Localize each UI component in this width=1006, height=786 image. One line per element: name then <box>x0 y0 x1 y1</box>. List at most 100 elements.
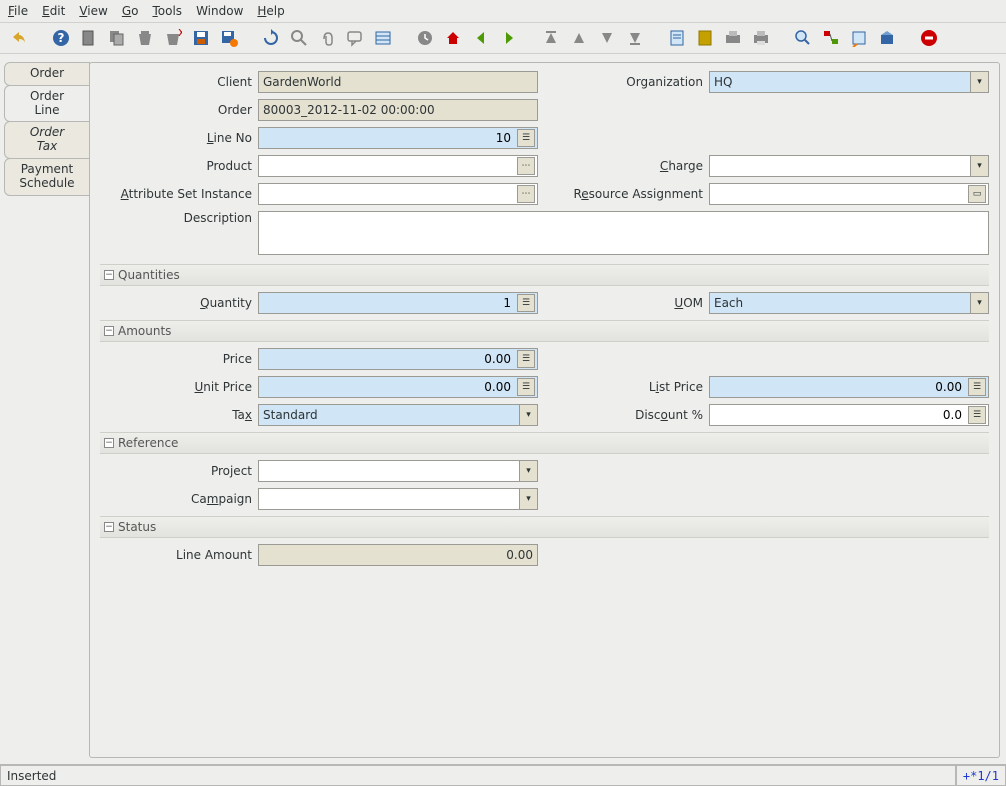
input-resource-assign[interactable] <box>714 187 984 201</box>
field-price[interactable]: ☰ <box>258 348 538 370</box>
field-uom[interactable]: Each ▾ <box>709 292 989 314</box>
label-list-price: List Price <box>583 380 703 394</box>
tab-order[interactable]: Order <box>4 62 90 86</box>
tab-order-line[interactable]: OrderLine <box>4 85 90 123</box>
dropdown-icon[interactable]: ▾ <box>970 293 988 313</box>
field-discount[interactable]: ☰ <box>709 404 989 426</box>
find-icon[interactable] <box>288 27 310 49</box>
input-quantity[interactable] <box>263 296 533 310</box>
collapse-icon[interactable]: − <box>104 270 114 280</box>
chat-icon[interactable] <box>344 27 366 49</box>
calc-icon[interactable]: ☰ <box>968 406 986 424</box>
input-line-no[interactable] <box>263 131 533 145</box>
tab-payment-schedule[interactable]: PaymentSchedule <box>4 158 90 196</box>
collapse-icon[interactable]: − <box>104 438 114 448</box>
menu-file[interactable]: File <box>8 4 28 18</box>
dropdown-icon[interactable]: ▾ <box>970 72 988 92</box>
field-organization[interactable]: HQ ▾ <box>709 71 989 93</box>
dropdown-icon[interactable]: ▾ <box>970 156 988 176</box>
calc-icon[interactable]: ☰ <box>517 378 535 396</box>
field-order: 80003_2012-11-02 00:00:00 <box>258 99 538 121</box>
label-tax: Tax <box>100 408 252 422</box>
delete-icon[interactable] <box>134 27 156 49</box>
save-icon[interactable] <box>190 27 212 49</box>
print-preview-icon[interactable] <box>722 27 744 49</box>
calc-icon[interactable]: ☰ <box>517 294 535 312</box>
forward-icon[interactable] <box>498 27 520 49</box>
dropdown-icon[interactable]: ▾ <box>519 489 537 509</box>
collapse-icon[interactable]: − <box>104 522 114 532</box>
next-icon[interactable] <box>596 27 618 49</box>
menu-edit[interactable]: Edit <box>42 4 65 18</box>
input-attr-set[interactable] <box>263 187 533 201</box>
field-resource-assign[interactable]: ▭ <box>709 183 989 205</box>
first-icon[interactable] <box>540 27 562 49</box>
input-campaign[interactable] <box>263 492 533 506</box>
label-charge: Charge <box>583 159 703 173</box>
lookup-icon[interactable]: ⋯ <box>517 157 535 175</box>
label-order: Order <box>100 103 252 117</box>
field-quantity[interactable]: ☰ <box>258 292 538 314</box>
main-area: Order OrderLine OrderTax PaymentSchedule… <box>0 54 1006 764</box>
input-charge[interactable] <box>714 159 984 173</box>
delete-items-icon[interactable]: x <box>162 27 184 49</box>
history-icon[interactable] <box>414 27 436 49</box>
input-product[interactable] <box>263 159 533 173</box>
field-campaign[interactable]: ▾ <box>258 488 538 510</box>
input-project[interactable] <box>263 464 533 478</box>
tab-order-tax[interactable]: OrderTax <box>4 121 90 159</box>
input-list-price[interactable] <box>714 380 984 394</box>
input-discount[interactable] <box>714 408 984 422</box>
calc-icon[interactable]: ☰ <box>968 378 986 396</box>
print-icon[interactable] <box>750 27 772 49</box>
menu-view[interactable]: View <box>79 4 107 18</box>
copy-icon[interactable] <box>106 27 128 49</box>
input-unit-price[interactable] <box>263 380 533 394</box>
report-icon[interactable] <box>666 27 688 49</box>
label-unit-price: Unit Price <box>100 380 252 394</box>
zoom-across-icon[interactable] <box>792 27 814 49</box>
calc-icon[interactable]: ☰ <box>517 129 535 147</box>
statusbar: Inserted +*1/1 <box>0 764 1006 786</box>
lookup-icon[interactable]: ⋯ <box>517 185 535 203</box>
refresh-icon[interactable] <box>260 27 282 49</box>
assignment-icon[interactable]: ▭ <box>968 185 986 203</box>
field-list-price[interactable]: ☰ <box>709 376 989 398</box>
dropdown-icon[interactable]: ▾ <box>519 461 537 481</box>
workflow-icon[interactable] <box>820 27 842 49</box>
menu-help[interactable]: Help <box>257 4 284 18</box>
prev-icon[interactable] <box>568 27 590 49</box>
new-icon[interactable] <box>78 27 100 49</box>
menu-tools[interactable]: Tools <box>152 4 182 18</box>
field-attr-set[interactable]: ⋯ <box>258 183 538 205</box>
calc-icon[interactable]: ☰ <box>517 350 535 368</box>
archive-icon[interactable] <box>694 27 716 49</box>
status-message: Inserted <box>0 765 956 786</box>
undo-icon[interactable] <box>8 27 30 49</box>
label-attr-set: Attribute Set Instance <box>100 187 252 201</box>
last-icon[interactable] <box>624 27 646 49</box>
field-project[interactable]: ▾ <box>258 460 538 482</box>
end-icon[interactable] <box>918 27 940 49</box>
home-icon[interactable] <box>442 27 464 49</box>
toolbar: ? x <box>0 23 1006 54</box>
field-charge[interactable]: ▾ <box>709 155 989 177</box>
field-line-no[interactable]: ☰ <box>258 127 538 149</box>
dropdown-icon[interactable]: ▾ <box>519 405 537 425</box>
attachment-icon[interactable] <box>316 27 338 49</box>
help-icon[interactable]: ? <box>50 27 72 49</box>
input-price[interactable] <box>263 352 533 366</box>
product-info-icon[interactable] <box>876 27 898 49</box>
menu-go[interactable]: Go <box>122 4 139 18</box>
back-icon[interactable] <box>470 27 492 49</box>
field-tax[interactable]: Standard ▾ <box>258 404 538 426</box>
field-unit-price[interactable]: ☰ <box>258 376 538 398</box>
menu-window[interactable]: Window <box>196 4 243 18</box>
input-description[interactable] <box>258 211 989 255</box>
field-product[interactable]: ⋯ <box>258 155 538 177</box>
grid-toggle-icon[interactable] <box>372 27 394 49</box>
status-pager[interactable]: +*1/1 <box>956 765 1006 786</box>
request-icon[interactable] <box>848 27 870 49</box>
collapse-icon[interactable]: − <box>104 326 114 336</box>
save-new-icon[interactable] <box>218 27 240 49</box>
